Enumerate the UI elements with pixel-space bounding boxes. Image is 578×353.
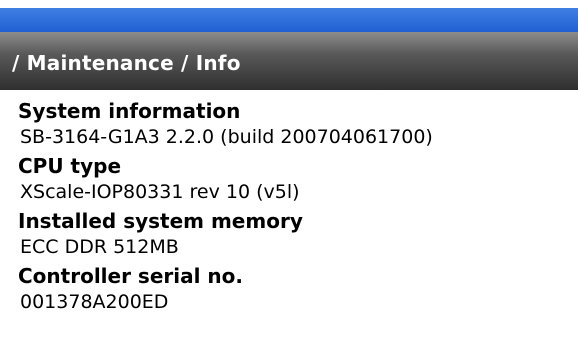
info-label: Controller serial no.	[18, 264, 243, 288]
breadcrumb: / Maintenance / Info	[12, 51, 241, 75]
info-label: CPU type	[18, 154, 122, 178]
info-label: System information	[18, 99, 241, 123]
info-label: Installed system memory	[18, 209, 303, 233]
top-strip	[0, 0, 578, 8]
info-value: SB-3164-G1A3 2.2.0 (build 200704061700)	[20, 126, 433, 148]
info-value: XScale-IOP80331 rev 10 (v5l)	[20, 181, 300, 203]
info-value: 001378A200ED	[20, 291, 169, 313]
info-item-system-information: System information SB-3164-G1A3 2.2.0 (b…	[18, 98, 578, 150]
blue-header-bar	[0, 8, 578, 32]
info-item-controller-serial: Controller serial no. 001378A200ED	[18, 263, 578, 315]
info-item-installed-memory: Installed system memory ECC DDR 512MB	[18, 208, 578, 260]
info-value: ECC DDR 512MB	[20, 236, 179, 258]
page-title-bar: / Maintenance / Info	[0, 32, 578, 90]
system-info-list: System information SB-3164-G1A3 2.2.0 (b…	[0, 90, 578, 315]
info-item-cpu-type: CPU type XScale-IOP80331 rev 10 (v5l)	[18, 153, 578, 205]
